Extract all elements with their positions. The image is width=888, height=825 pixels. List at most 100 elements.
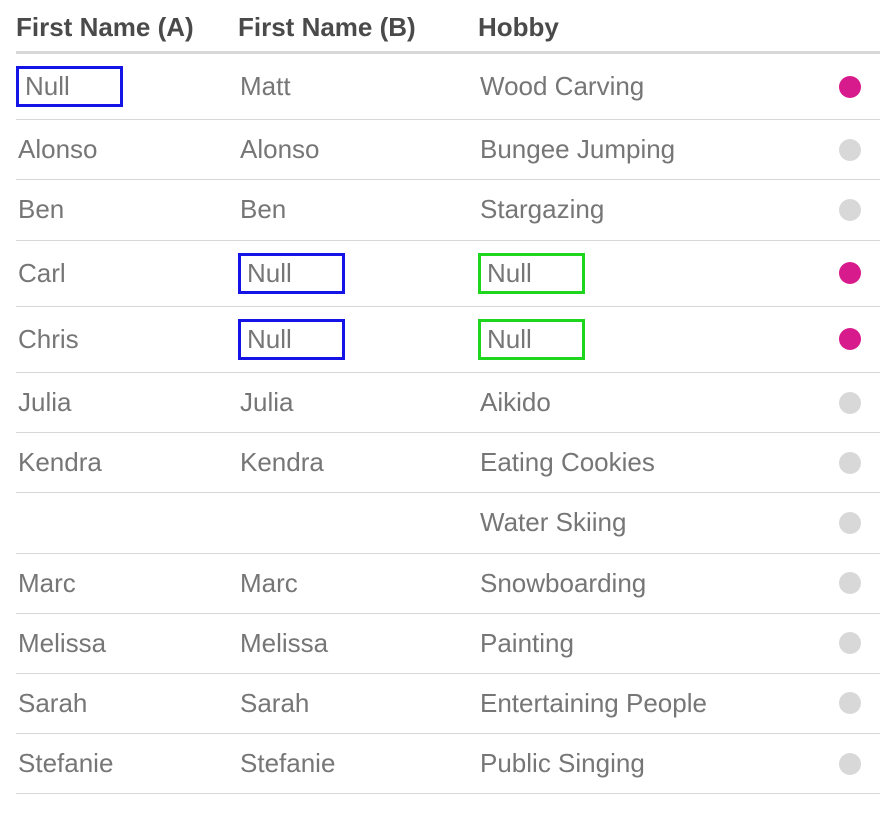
cell-indicator xyxy=(830,64,870,110)
table-row: Null Matt Wood Carving xyxy=(16,54,880,120)
cell-first-name-b[interactable]: Ben xyxy=(238,180,478,239)
cell-text: Melissa xyxy=(16,626,112,661)
cell-indicator xyxy=(830,187,870,233)
cell-indicator xyxy=(830,741,870,787)
cell-hobby[interactable]: Water Skiing xyxy=(478,493,830,552)
status-dot-normal-icon xyxy=(839,392,861,414)
cell-hobby[interactable]: Aikido xyxy=(478,373,830,432)
cell-indicator xyxy=(830,316,870,362)
cell-hobby[interactable]: Public Singing xyxy=(478,734,830,793)
status-dot-highlighted-icon xyxy=(839,262,861,284)
cell-first-name-b[interactable]: Melissa xyxy=(238,614,478,673)
cell-first-name-a[interactable]: Chris xyxy=(16,310,238,369)
column-header-indicator xyxy=(830,12,870,43)
cell-text: Marc xyxy=(16,566,82,601)
status-dot-normal-icon xyxy=(839,572,861,594)
cell-first-name-b[interactable]: Marc xyxy=(238,554,478,613)
cell-first-name-a[interactable]: Ben xyxy=(16,180,238,239)
cell-indicator xyxy=(830,560,870,606)
status-dot-highlighted-icon xyxy=(839,328,861,350)
cell-indicator xyxy=(830,127,870,173)
cell-first-name-b[interactable]: Kendra xyxy=(238,433,478,492)
cell-text: Null xyxy=(238,253,345,294)
status-dot-highlighted-icon xyxy=(839,76,861,98)
cell-text: Eating Cookies xyxy=(478,445,661,480)
cell-hobby[interactable]: Snowboarding xyxy=(478,554,830,613)
cell-indicator xyxy=(830,680,870,726)
cell-first-name-a[interactable]: Carl xyxy=(16,244,238,303)
cell-text: Alonso xyxy=(238,132,326,167)
status-dot-normal-icon xyxy=(839,753,861,775)
cell-first-name-a[interactable] xyxy=(16,511,238,535)
cell-text: Water Skiing xyxy=(478,505,632,540)
cell-text: Alonso xyxy=(16,132,104,167)
cell-text: Aikido xyxy=(478,385,557,420)
cell-first-name-a[interactable]: Sarah xyxy=(16,674,238,733)
cell-first-name-b[interactable]: Alonso xyxy=(238,120,478,179)
cell-hobby[interactable]: Painting xyxy=(478,614,830,673)
cell-text: Sarah xyxy=(16,686,93,721)
table-row: Carl Null Null xyxy=(16,241,880,307)
cell-first-name-a[interactable]: Kendra xyxy=(16,433,238,492)
cell-indicator xyxy=(830,250,870,296)
cell-text: Ben xyxy=(238,192,292,227)
column-header-first-name-b[interactable]: First Name (B) xyxy=(238,12,478,43)
table-row: ChrisNullNull xyxy=(16,307,880,373)
cell-hobby[interactable]: Stargazing xyxy=(478,180,830,239)
table-row: Julia Julia Aikido xyxy=(16,373,880,433)
cell-text: Melissa xyxy=(238,626,334,661)
cell-first-name-a[interactable]: Null xyxy=(16,54,238,119)
cell-text: Carl xyxy=(16,256,72,291)
cell-text: Null xyxy=(478,253,585,294)
cell-first-name-b[interactable]: Null xyxy=(238,307,478,372)
table-row: Melissa Melissa Painting xyxy=(16,614,880,674)
cell-text: Stefanie xyxy=(238,746,341,781)
column-header-first-name-a[interactable]: First Name (A) xyxy=(16,12,238,43)
cell-text: Painting xyxy=(478,626,580,661)
cell-text: Kendra xyxy=(16,445,108,480)
cell-text: Matt xyxy=(238,69,297,104)
table-row: KendraKendraEating Cookies xyxy=(16,433,880,493)
status-dot-normal-icon xyxy=(839,139,861,161)
cell-text: Julia xyxy=(16,385,77,420)
cell-first-name-a[interactable]: Melissa xyxy=(16,614,238,673)
cell-text: Ben xyxy=(16,192,70,227)
cell-hobby[interactable]: Eating Cookies xyxy=(478,433,830,492)
table-row: Stefanie Stefanie Public Singing xyxy=(16,734,880,794)
cell-hobby[interactable]: Wood Carving xyxy=(478,57,830,116)
column-header-hobby[interactable]: Hobby xyxy=(478,12,830,43)
cell-text: Null xyxy=(16,66,123,107)
cell-first-name-a[interactable]: Marc xyxy=(16,554,238,613)
cell-first-name-b[interactable]: Stefanie xyxy=(238,734,478,793)
table-row: Alonso Alonso Bungee Jumping xyxy=(16,120,880,180)
cell-indicator xyxy=(830,620,870,666)
cell-text: Entertaining People xyxy=(478,686,713,721)
cell-hobby[interactable]: Entertaining People xyxy=(478,674,830,733)
cell-text: Null xyxy=(478,319,585,360)
cell-hobby[interactable]: Bungee Jumping xyxy=(478,120,830,179)
table-row: Marc Marc Snowboarding xyxy=(16,554,880,614)
cell-text: Public Singing xyxy=(478,746,651,781)
cell-first-name-b[interactable]: Matt xyxy=(238,57,478,116)
cell-first-name-a[interactable]: Alonso xyxy=(16,120,238,179)
cell-first-name-b[interactable] xyxy=(238,511,478,535)
cell-hobby[interactable]: Null xyxy=(478,307,830,372)
status-dot-normal-icon xyxy=(839,512,861,534)
cell-text: Stefanie xyxy=(16,746,119,781)
cell-text: Julia xyxy=(238,385,299,420)
cell-text: Marc xyxy=(238,566,304,601)
table-row: Ben Ben Stargazing xyxy=(16,180,880,240)
cell-first-name-b[interactable]: Julia xyxy=(238,373,478,432)
status-dot-normal-icon xyxy=(839,692,861,714)
cell-indicator xyxy=(830,500,870,546)
cell-first-name-b[interactable]: Sarah xyxy=(238,674,478,733)
table-row: Water Skiing xyxy=(16,493,880,553)
cell-first-name-a[interactable]: Julia xyxy=(16,373,238,432)
cell-first-name-b[interactable]: Null xyxy=(238,241,478,306)
table-body: Null Matt Wood Carving Alonso Alonso Bungee J… xyxy=(16,54,880,794)
cell-text: Sarah xyxy=(238,686,315,721)
cell-hobby[interactable]: Null xyxy=(478,241,830,306)
cell-first-name-a[interactable]: Stefanie xyxy=(16,734,238,793)
cell-indicator xyxy=(830,440,870,486)
status-dot-normal-icon xyxy=(839,452,861,474)
